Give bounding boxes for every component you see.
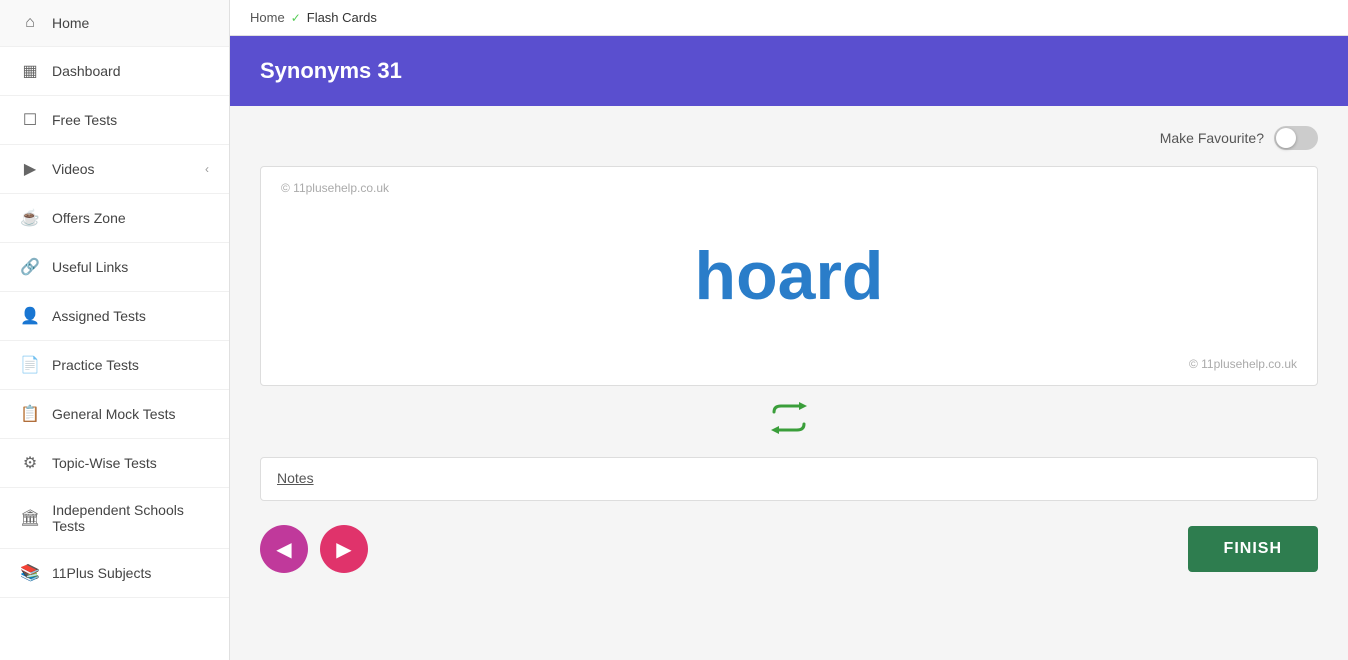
sidebar-item-label: Dashboard	[52, 63, 209, 79]
topic-icon: ⚙	[20, 453, 40, 473]
home-icon: ⌂	[20, 14, 40, 32]
practice-icon: 📄	[20, 355, 40, 375]
prev-icon: ◀	[276, 537, 291, 562]
nav-row: ◀ ▶ FINISH	[260, 525, 1318, 573]
sidebar: ⌂ Home ▦ Dashboard ☐ Free Tests ▶ Videos…	[0, 0, 230, 660]
breadcrumb-home[interactable]: Home	[250, 10, 285, 25]
favourite-row: Make Favourite?	[260, 126, 1318, 150]
sidebar-item-useful-links[interactable]: 🔗 Useful Links	[0, 243, 229, 292]
sidebar-item-11plus-subjects[interactable]: 📚 11Plus Subjects	[0, 549, 229, 598]
flip-icon[interactable]	[769, 402, 809, 441]
sidebar-item-general-mock-tests[interactable]: 📋 General Mock Tests	[0, 390, 229, 439]
prev-button[interactable]: ◀	[260, 525, 308, 573]
dashboard-icon: ▦	[20, 61, 40, 81]
notes-box: Notes	[260, 457, 1318, 501]
sidebar-item-label: Home	[52, 15, 209, 31]
notes-label[interactable]: Notes	[277, 470, 314, 486]
sidebar-item-practice-tests[interactable]: 📄 Practice Tests	[0, 341, 229, 390]
next-button[interactable]: ▶	[320, 525, 368, 573]
sidebar-item-videos[interactable]: ▶ Videos ‹	[0, 145, 229, 194]
content-area: Make Favourite? © 11plusehelp.co.uk hoar…	[230, 106, 1348, 660]
page-title: Synonyms 31	[260, 58, 402, 83]
free-tests-icon: ☐	[20, 110, 40, 130]
favourite-toggle[interactable]	[1274, 126, 1318, 150]
sidebar-item-label: Practice Tests	[52, 357, 209, 373]
breadcrumb-check: ✓	[291, 11, 301, 25]
sidebar-item-label: Independent SchoolsTests	[52, 502, 209, 534]
copyright-top: © 11plusehelp.co.uk	[281, 181, 389, 195]
videos-icon: ▶	[20, 159, 40, 179]
sidebar-item-independent-schools[interactable]: 🏛 Independent SchoolsTests	[0, 488, 229, 549]
favourite-label: Make Favourite?	[1160, 130, 1264, 146]
flashcard-word: hoard	[281, 195, 1297, 357]
subjects-icon: 📚	[20, 563, 40, 583]
sidebar-item-label: General Mock Tests	[52, 406, 209, 422]
sidebar-item-home[interactable]: ⌂ Home	[0, 0, 229, 47]
page-header: Synonyms 31	[230, 36, 1348, 106]
copyright-bottom: © 11plusehelp.co.uk	[1189, 357, 1297, 371]
school-icon: 🏛	[20, 508, 40, 528]
mock-icon: 📋	[20, 404, 40, 424]
nav-buttons: ◀ ▶	[260, 525, 368, 573]
finish-button[interactable]: FINISH	[1188, 526, 1318, 572]
main-content: Home ✓ Flash Cards Synonyms 31 Make Favo…	[230, 0, 1348, 660]
links-icon: 🔗	[20, 257, 40, 277]
sidebar-item-label: Topic-Wise Tests	[52, 455, 209, 471]
sidebar-item-label: Videos	[52, 161, 193, 177]
chevron-left-icon: ‹	[205, 162, 209, 176]
assigned-icon: 👤	[20, 306, 40, 326]
sidebar-item-free-tests[interactable]: ☐ Free Tests	[0, 96, 229, 145]
flashcard: © 11plusehelp.co.uk hoard © 11plusehelp.…	[260, 166, 1318, 386]
flip-area	[260, 402, 1318, 441]
sidebar-item-dashboard[interactable]: ▦ Dashboard	[0, 47, 229, 96]
sidebar-item-topic-wise-tests[interactable]: ⚙ Topic-Wise Tests	[0, 439, 229, 488]
sidebar-item-label: 11Plus Subjects	[52, 565, 209, 581]
next-icon: ▶	[336, 537, 351, 562]
breadcrumb: Home ✓ Flash Cards	[230, 0, 1348, 36]
sidebar-item-label: Offers Zone	[52, 210, 209, 226]
sidebar-item-label: Useful Links	[52, 259, 209, 275]
sidebar-item-assigned-tests[interactable]: 👤 Assigned Tests	[0, 292, 229, 341]
offers-icon: ☕	[20, 208, 40, 228]
sidebar-item-offers-zone[interactable]: ☕ Offers Zone	[0, 194, 229, 243]
sidebar-item-label: Assigned Tests	[52, 308, 209, 324]
sidebar-item-label: Free Tests	[52, 112, 209, 128]
breadcrumb-current: Flash Cards	[307, 10, 377, 25]
